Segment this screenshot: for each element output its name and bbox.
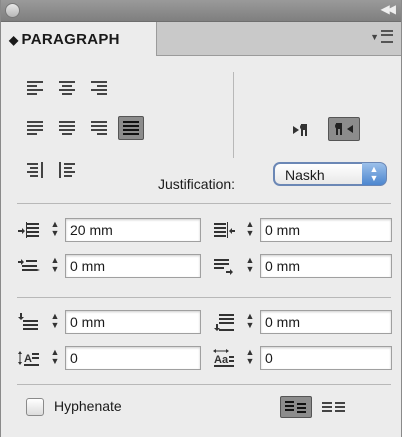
align-left-button[interactable] (25, 78, 47, 98)
space-after-stepper[interactable]: ▲ ▼ (242, 312, 258, 332)
collapse-icon[interactable]: ◀◀ (381, 2, 397, 16)
select-arrows-icon: ▲ ▼ (362, 163, 386, 185)
justify-last-right-button[interactable] (89, 118, 111, 138)
drop-cap-chars-icon: Aa (212, 348, 236, 368)
left-indent-input[interactable]: 20 mm (65, 218, 201, 242)
left-indent-stepper[interactable]: ▲ ▼ (47, 220, 63, 240)
last-line-indent-icon (212, 256, 236, 276)
space-after-icon (212, 312, 236, 332)
space-after-field: ▲ ▼ 0 mm (212, 310, 392, 334)
right-indent-field: ▲ ▼ 0 mm (212, 218, 392, 242)
align-right-button[interactable] (89, 78, 111, 98)
first-line-indent-field: ▲ ▼ 0 mm (17, 254, 201, 278)
justification-label: Justification: (158, 176, 236, 192)
justify-all-button[interactable] (118, 116, 144, 140)
space-before-icon (17, 312, 41, 332)
hyphenate-checkbox[interactable] (26, 398, 44, 416)
left-to-right-button[interactable] (291, 120, 317, 140)
tab-paragraph[interactable]: ◆ PARAGRAPH (1, 22, 157, 56)
right-indent-stepper[interactable]: ▲ ▼ (242, 220, 258, 240)
panel-menu-button[interactable]: ▼ (370, 29, 393, 44)
first-line-indent-input[interactable]: 0 mm (65, 254, 201, 278)
justification-value: Naskh (285, 167, 325, 183)
drop-cap-lines-icon: A (17, 348, 41, 368)
divider-1 (17, 203, 391, 204)
drop-cap-chars-stepper[interactable]: ▲ ▼ (242, 348, 258, 368)
tab-label: PARAGRAPH (21, 31, 120, 48)
paragraph-panel: ◀◀ ◆ PARAGRAPH ▼ Justification: Naskh ▲ … (0, 0, 402, 437)
justification-select[interactable]: Naskh ▲ ▼ (273, 162, 387, 186)
svg-text:A: A (24, 353, 32, 365)
svg-text:Aa: Aa (214, 354, 229, 366)
space-after-input[interactable]: 0 mm (260, 310, 392, 334)
justify-last-center-button[interactable] (57, 118, 79, 138)
last-line-indent-input[interactable]: 0 mm (260, 254, 392, 278)
right-to-left-button[interactable] (328, 117, 360, 141)
divider-2 (17, 297, 391, 298)
drop-cap-lines-input[interactable]: 0 (65, 346, 201, 370)
do-not-align-to-grid-button[interactable] (280, 396, 312, 418)
left-indent-icon (17, 220, 41, 240)
drop-cap-lines-field: A ▲ ▼ 0 (17, 346, 201, 370)
align-away-from-spine-button[interactable] (57, 160, 79, 180)
tab-strip: ◆ PARAGRAPH ▼ (1, 22, 401, 56)
tab-expand-icon: ◆ (9, 33, 19, 47)
align-towards-spine-button[interactable] (25, 160, 47, 180)
align-center-button[interactable] (57, 78, 79, 98)
last-line-indent-field: ▲ ▼ 0 mm (212, 254, 392, 278)
right-indent-input[interactable]: 0 mm (260, 218, 392, 242)
divider-3 (17, 384, 391, 385)
space-before-field: ▲ ▼ 0 mm (17, 310, 201, 334)
first-line-indent-icon (17, 256, 41, 276)
first-line-indent-stepper[interactable]: ▲ ▼ (47, 256, 63, 276)
justify-last-left-button[interactable] (25, 118, 47, 138)
menu-lines-icon (381, 30, 393, 44)
space-before-input[interactable]: 0 mm (65, 310, 201, 334)
right-indent-icon (212, 220, 236, 240)
panel-titlebar[interactable]: ◀◀ (1, 0, 401, 22)
last-line-indent-stepper[interactable]: ▲ ▼ (242, 256, 258, 276)
menu-arrow-icon: ▼ (370, 31, 379, 42)
left-indent-field: ▲ ▼ 20 mm (17, 218, 201, 242)
drop-cap-lines-stepper[interactable]: ▲ ▼ (47, 348, 63, 368)
space-before-stepper[interactable]: ▲ ▼ (47, 312, 63, 332)
drop-cap-chars-input[interactable]: 0 (260, 346, 392, 370)
vertical-divider (233, 72, 234, 158)
close-button[interactable] (5, 3, 20, 18)
hyphenate-label: Hyphenate (54, 398, 122, 414)
align-to-baseline-grid-button[interactable] (319, 397, 349, 417)
drop-cap-chars-field: Aa ▲ ▼ 0 (212, 346, 392, 370)
